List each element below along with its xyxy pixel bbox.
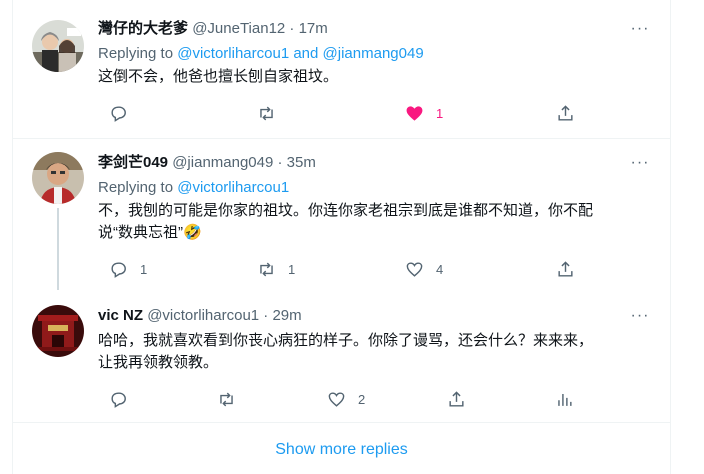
timestamp[interactable]: · 35m xyxy=(278,154,316,171)
heart-icon xyxy=(328,391,345,407)
replying-to: Replying to @victorliharcou1 and @jianma… xyxy=(98,44,424,64)
share-button[interactable] xyxy=(447,385,466,413)
replying-label: Replying to xyxy=(98,45,174,62)
timestamp[interactable]: · 17m xyxy=(289,20,327,37)
avatar-two-people-photo xyxy=(32,20,84,72)
like-count: 2 xyxy=(358,391,366,407)
tweet-text-line: 让我再领教领教。 xyxy=(98,354,219,371)
retweet-icon xyxy=(220,392,233,406)
reply-button[interactable] xyxy=(109,99,128,127)
analytics-button[interactable] xyxy=(555,385,574,413)
share-icon xyxy=(558,260,573,277)
tweet-reply-3[interactable]: vic NZ @victorliharcou1 · 29m ··· 哈哈，我就喜… xyxy=(13,290,670,423)
avatar-red-building-photo xyxy=(32,305,84,357)
more-options-icon[interactable]: ··· xyxy=(628,308,652,328)
tweet-text-line: 说“数典忘祖”🤣 xyxy=(98,224,202,241)
mention-link[interactable]: @victorliharcou1 xyxy=(177,179,289,196)
handle[interactable]: @jianmang049 xyxy=(172,154,273,171)
replying-and[interactable]: and xyxy=(293,45,318,62)
display-name[interactable]: 灣仔的大老爹 xyxy=(98,20,188,37)
like-button[interactable]: 4 xyxy=(405,255,443,283)
mention-link[interactable]: @jianmang049 xyxy=(323,45,424,62)
handle[interactable]: @JuneTian12 xyxy=(192,20,285,37)
share-icon xyxy=(558,104,573,121)
retweet-icon xyxy=(260,106,273,120)
retweet-button[interactable]: 1 xyxy=(257,255,295,283)
tweet-header: 灣仔的大老爹 @JuneTian12 · 17m xyxy=(98,19,328,39)
like-button[interactable]: 1 xyxy=(405,99,443,127)
share-button[interactable] xyxy=(556,255,575,283)
thread-connector-line xyxy=(57,208,59,290)
retweet-button[interactable] xyxy=(257,99,276,127)
like-count: 1 xyxy=(436,105,444,121)
analytics-icon xyxy=(558,393,572,406)
avatar[interactable] xyxy=(32,152,84,204)
retweet-count: 1 xyxy=(288,261,296,277)
tweet-text: 不，我刨的可能是你家的祖坟。你连你家老祖宗到底是谁都不知道，你不配 说“数典忘祖… xyxy=(98,200,653,244)
more-options-icon[interactable]: ··· xyxy=(628,155,652,175)
replying-to: Replying to @victorliharcou1 xyxy=(98,178,289,198)
tweet-header: vic NZ @victorliharcou1 · 29m xyxy=(98,306,302,326)
tweet-text: 这倒不会，他爸也擅长刨自家祖坟。 xyxy=(98,68,339,85)
reply-count: 1 xyxy=(140,261,148,277)
share-button[interactable] xyxy=(556,99,575,127)
tweet-text-line: 不，我刨的可能是你家的祖坟。你连你家老祖宗到底是谁都不知道，你不配 xyxy=(98,202,594,219)
show-more-replies-link[interactable]: Show more replies xyxy=(13,424,670,474)
like-button[interactable]: 2 xyxy=(327,385,365,413)
retweet-button[interactable] xyxy=(217,385,236,413)
retweet-icon xyxy=(260,262,273,276)
replying-label: Replying to xyxy=(98,179,174,196)
reply-icon xyxy=(111,105,126,122)
tweet-text: 哈哈，我就喜欢看到你丧心病狂的样子。你除了谩骂，还会什么？来来来， 让我再领教领… xyxy=(98,330,653,374)
heart-filled-icon xyxy=(406,105,423,121)
reply-icon xyxy=(111,391,126,408)
tweet-reply-2[interactable]: 李剑芒049 @jianmang049 · 35m ··· Replying t… xyxy=(13,140,670,290)
display-name[interactable]: vic NZ xyxy=(98,307,143,324)
heart-icon xyxy=(406,261,423,277)
avatar[interactable] xyxy=(32,305,84,357)
timestamp[interactable]: · 29m xyxy=(263,307,301,324)
reply-icon xyxy=(111,261,126,278)
reply-button[interactable] xyxy=(109,385,128,413)
tweet-actions: 1 1 4 xyxy=(95,255,575,283)
like-count: 4 xyxy=(436,261,444,277)
tweet-actions: 2 xyxy=(95,385,575,413)
handle[interactable]: @victorliharcou1 xyxy=(147,307,259,324)
tweet-header: 李剑芒049 @jianmang049 · 35m xyxy=(98,153,316,173)
display-name[interactable]: 李剑芒049 xyxy=(98,154,168,171)
avatar[interactable] xyxy=(32,20,84,72)
share-icon xyxy=(449,390,464,407)
reply-button[interactable]: 1 xyxy=(109,255,147,283)
conversation-column: 灣仔的大老爹 @JuneTian12 · 17m ··· Replying to… xyxy=(12,0,671,474)
mention-link[interactable]: @victorliharcou1 xyxy=(177,45,289,62)
avatar-man-photo xyxy=(32,152,84,204)
tweet-actions: 1 xyxy=(95,99,575,127)
more-options-icon[interactable]: ··· xyxy=(628,21,652,41)
tweet-reply-1[interactable]: 灣仔的大老爹 @JuneTian12 · 17m ··· Replying to… xyxy=(13,0,670,139)
tweet-text-line: 哈哈，我就喜欢看到你丧心病狂的样子。你除了谩骂，还会什么？来来来， xyxy=(98,332,594,349)
